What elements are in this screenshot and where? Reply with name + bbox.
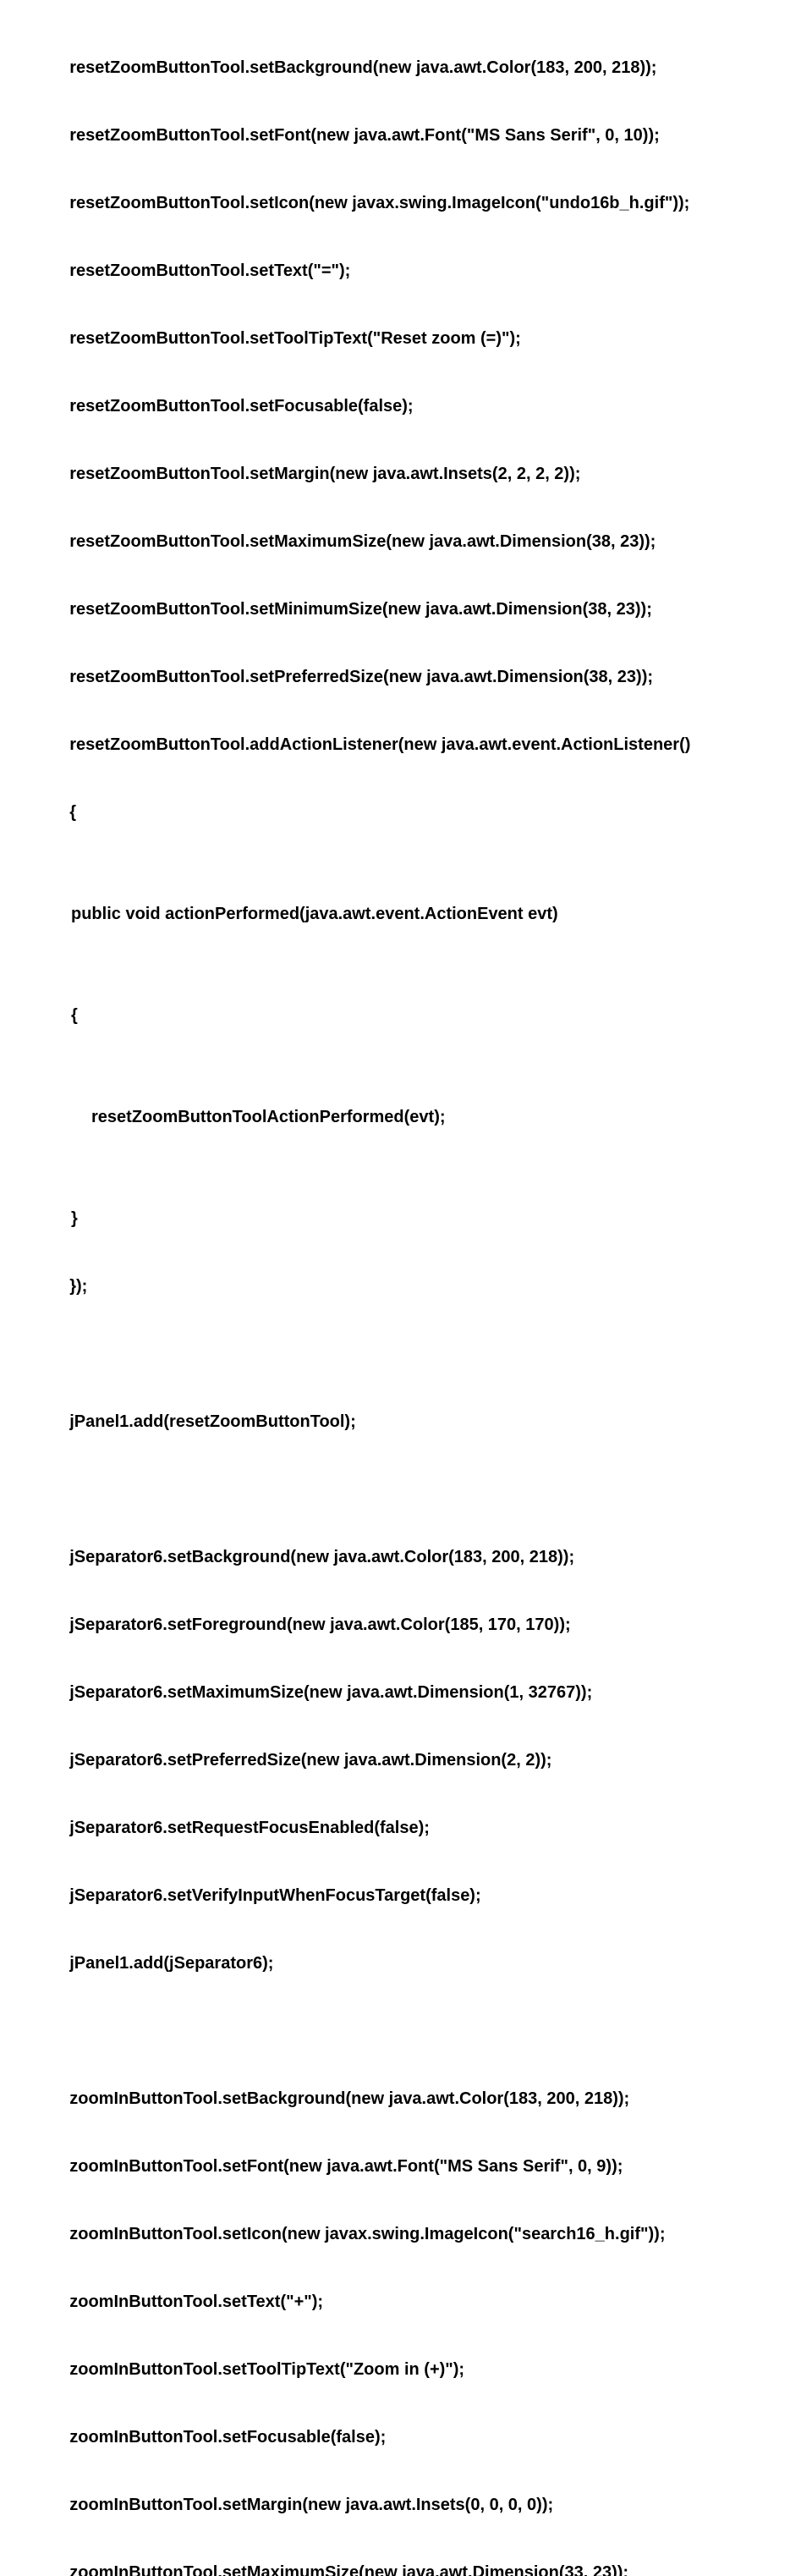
code-line: jPanel1.add(jSeparator6); (69, 1954, 273, 1973)
code-line: resetZoomButtonTool.setIcon(new javax.sw… (69, 194, 689, 212)
code-line: resetZoomButtonTool.setToolTipText("Rese… (69, 329, 521, 348)
code-line: zoomInButtonTool.setToolTipText("Zoom in… (69, 2360, 464, 2379)
code-line: zoomInButtonTool.setBackground(new java.… (69, 2089, 629, 2108)
code-line: resetZoomButtonTool.setMinimumSize(new j… (69, 600, 652, 619)
code-line: jSeparator6.setMaximumSize(new java.awt.… (69, 1683, 592, 1702)
code-line: zoomInButtonTool.setFont(new java.awt.Fo… (69, 2157, 623, 2176)
code-line: jSeparator6.setForeground(new java.awt.C… (69, 1616, 570, 1634)
code-line: resetZoomButtonTool.setMargin(new java.a… (69, 465, 580, 483)
code-block-1: resetZoomButtonTool.setBackground(new ja… (51, 17, 761, 1337)
document-page: resetZoomButtonTool.setBackground(new ja… (0, 0, 812, 2576)
code-line: resetZoomButtonToolActionPerformed(evt); (51, 1100, 761, 1134)
code-line: zoomInButtonTool.setFocusable(false); (69, 2428, 386, 2447)
code-line: resetZoomButtonTool.setPreferredSize(new… (69, 668, 653, 686)
code-line: resetZoomButtonTool.setFocusable(false); (69, 397, 413, 416)
code-line: { (51, 999, 761, 1032)
code-block-3: jSeparator6.setBackground(new java.awt.C… (51, 1506, 761, 2014)
code-line: zoomInButtonTool.setText("+"); (69, 2293, 323, 2311)
code-line: resetZoomButtonTool.setText("="); (69, 261, 350, 280)
code-line: resetZoomButtonTool.setBackground(new ja… (69, 58, 656, 77)
code-block-4: zoomInButtonTool.setBackground(new java.… (51, 2048, 761, 2576)
code-line: jPanel1.add(resetZoomButtonTool); (69, 1412, 356, 1431)
code-line: zoomInButtonTool.setMargin(new java.awt.… (69, 2496, 553, 2514)
code-line: jSeparator6.setBackground(new java.awt.C… (69, 1548, 574, 1566)
code-line: }); (69, 1277, 87, 1296)
code-line: zoomInButtonTool.setIcon(new javax.swing… (69, 2225, 665, 2243)
code-line: resetZoomButtonTool.setMaximumSize(new j… (69, 532, 656, 551)
code-line: } (51, 1202, 761, 1236)
code-block-2: jPanel1.add(resetZoomButtonTool); (51, 1371, 761, 1472)
code-line: jSeparator6.setPreferredSize(new java.aw… (69, 1751, 551, 1770)
code-line: public void actionPerformed(java.awt.eve… (51, 897, 761, 931)
code-line: resetZoomButtonTool.addActionListener(ne… (69, 735, 690, 754)
code-line: resetZoomButtonTool.setFont(new java.awt… (69, 126, 660, 145)
code-line: jSeparator6.setVerifyInputWhenFocusTarge… (69, 1886, 480, 1905)
code-line: jSeparator6.setRequestFocusEnabled(false… (69, 1819, 430, 1837)
code-line: zoomInButtonTool.setMaximumSize(new java… (69, 2563, 628, 2576)
code-line: { (69, 803, 76, 822)
